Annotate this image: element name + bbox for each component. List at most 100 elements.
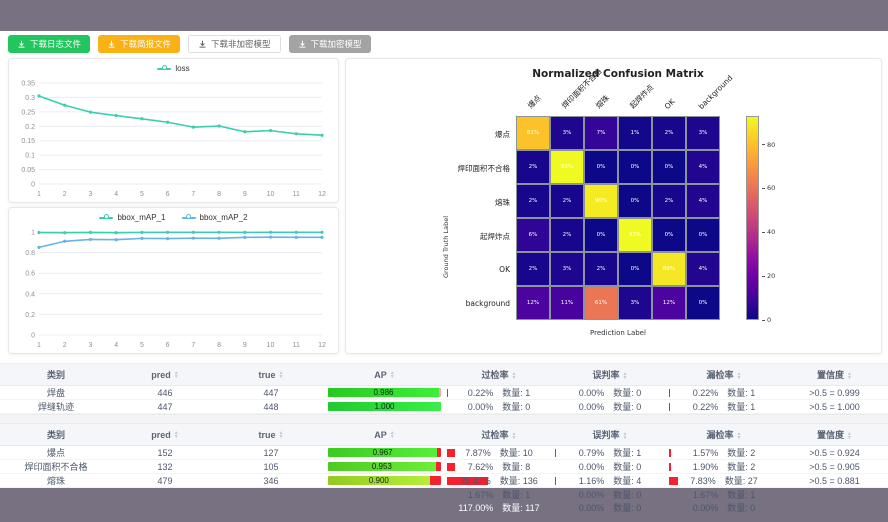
table-row: 焊印面积不合格1321050.9537.62%数量: 80.00%数量: 01.… [0, 460, 888, 474]
sort-arrows-icon[interactable]: ▲▼ [174, 371, 179, 379]
matrix-cell: 3% [550, 252, 584, 286]
rate-count: 数量: 27 [725, 474, 758, 487]
col-header-置信度[interactable]: 置信度▲▼ [781, 364, 888, 386]
chart-legend: bbox_mAP_1 bbox_mAP_2 [9, 213, 338, 222]
line-marker-icon [157, 68, 171, 70]
rate-cell: 1.16%数量: 4 [555, 476, 665, 486]
sort-desc-icon: ▼ [279, 435, 284, 439]
col-header-过检率[interactable]: 过检率▲▼ [445, 424, 553, 446]
svg-text:0: 0 [31, 333, 35, 340]
sort-arrows-icon[interactable]: ▲▼ [512, 372, 517, 380]
sort-arrows-icon[interactable]: ▲▼ [390, 431, 395, 439]
matrix-cell: 0% [584, 150, 618, 184]
rate-cell: 7.87%数量: 10 [447, 448, 551, 458]
cell-miss-detection: 1.57%数量: 2 [667, 446, 781, 460]
sort-arrows-icon[interactable]: ▲▼ [737, 372, 742, 380]
cell-true: 127 [218, 446, 324, 460]
svg-text:3: 3 [89, 342, 93, 349]
rate-count: 数量: 136 [500, 474, 538, 487]
colorbar-tick: 80 [762, 141, 775, 149]
col-header-pred[interactable]: pred▲▼ [112, 424, 218, 446]
sort-arrows-icon[interactable]: ▲▼ [737, 432, 742, 440]
rate-cell: 0.00%数量: 0 [555, 388, 665, 398]
download-report-button[interactable]: 下载简报文件 [98, 35, 180, 53]
col-header-true[interactable]: true▲▼ [218, 364, 324, 386]
table-row: 焊盘4464470.9860.22%数量: 10.00%数量: 00.22%数量… [0, 386, 888, 400]
cell-miss-detection: 0.22%数量: 1 [667, 386, 781, 400]
rate-cell: 7.62%数量: 8 [447, 462, 551, 472]
matrix-cell: 12% [516, 286, 550, 320]
rate-cell: 0.22%数量: 1 [669, 402, 779, 412]
sort-arrows-icon[interactable]: ▲▼ [623, 432, 628, 440]
col-header-AP[interactable]: AP▲▼ [324, 424, 445, 446]
col-header-label: 过检率 [482, 430, 509, 440]
sort-desc-icon: ▼ [512, 376, 517, 380]
rate-bar [447, 449, 455, 457]
matrix-cell: 61% [584, 286, 618, 320]
col-header-误判率[interactable]: 误判率▲▼ [553, 424, 667, 446]
col-header-置信度[interactable]: 置信度▲▼ [781, 424, 888, 446]
svg-text:1: 1 [31, 230, 35, 237]
legend-label: loss [175, 64, 189, 73]
rate-percent: 0.79% [579, 448, 605, 458]
ap-bar: 1.000 [328, 402, 441, 411]
sort-arrows-icon[interactable]: ▲▼ [847, 372, 852, 380]
legend-item-bbox_mAP_2[interactable]: bbox_mAP_2 [182, 213, 248, 222]
download-unencrypted-model-button[interactable]: 下载非加密模型 [188, 35, 281, 53]
col-header-label: 误判率 [593, 370, 620, 380]
svg-text:2: 2 [63, 191, 67, 198]
ap-remainder-bar [430, 476, 441, 485]
rate-percent: 0.00% [693, 503, 719, 513]
col-header-漏检率[interactable]: 漏检率▲▼ [667, 424, 781, 446]
ap-value: 0.900 [369, 476, 389, 485]
sort-arrows-icon[interactable]: ▲▼ [390, 371, 395, 379]
sort-arrows-icon[interactable]: ▲▼ [847, 432, 852, 440]
legend-item-bbox_mAP_1[interactable]: bbox_mAP_1 [99, 213, 165, 222]
loss-line-chart: loss00.050.10.150.20.250.30.351234567891… [9, 59, 338, 202]
rate-percent: 1.67% [693, 490, 719, 500]
bbox-map-chart-card: bbox_mAP_1bbox_mAP_200.20.40.60.81123456… [8, 207, 339, 354]
cell-ap: 0.900 [324, 474, 445, 488]
line-marker-icon [99, 217, 113, 219]
col-header-label: AP [374, 370, 387, 380]
matrix-cell: 2% [516, 150, 550, 184]
row-label: 爆点 [404, 129, 510, 140]
download-log-button[interactable]: 下载日志文件 [8, 35, 90, 53]
ap-bar: 0.900 [328, 476, 430, 485]
cell-misjudge: 0.00%数量: 0 [553, 386, 667, 400]
matrix-cell: 2% [550, 218, 584, 252]
col-header-漏检率[interactable]: 漏检率▲▼ [667, 364, 781, 386]
legend-item-loss[interactable]: loss [157, 64, 189, 73]
download-toolbar: 下载日志文件 下载简报文件 下载非加密模型 下载加密模型 [8, 35, 371, 53]
download-icon [298, 40, 307, 49]
sort-arrows-icon[interactable]: ▲▼ [174, 431, 179, 439]
matrix-cell: 0% [652, 150, 686, 184]
sort-arrows-icon[interactable]: ▲▼ [623, 372, 628, 380]
svg-text:0.05: 0.05 [21, 167, 35, 174]
rate-count: 数量: 0 [613, 501, 641, 514]
ap-bar-cell: 0.953 [328, 462, 441, 471]
svg-text:4: 4 [114, 342, 118, 349]
col-header-误判率[interactable]: 误判率▲▼ [553, 364, 667, 386]
cell-confidence: >0.5 = 0.905 [781, 460, 888, 474]
col-header-pred[interactable]: pred▲▼ [112, 364, 218, 386]
sort-arrows-icon[interactable]: ▲▼ [279, 431, 284, 439]
sort-arrows-icon[interactable]: ▲▼ [512, 432, 517, 440]
download-encrypted-model-button[interactable]: 下载加密模型 [289, 35, 371, 53]
rate-bar [555, 477, 556, 485]
cell-true: 447 [218, 386, 324, 400]
sort-desc-icon: ▼ [623, 436, 628, 440]
matrix-cell: 3% [550, 116, 584, 150]
matrix-cell: 11% [550, 286, 584, 320]
col-header-过检率[interactable]: 过检率▲▼ [445, 364, 553, 386]
col-header-AP[interactable]: AP▲▼ [324, 364, 445, 386]
ap-value: 0.967 [373, 448, 393, 457]
cell-confidence: >0.5 = 0.881 [781, 474, 888, 488]
rate-count: 数量: 1 [502, 488, 530, 501]
button-label: 下载简报文件 [120, 38, 171, 50]
col-header-true[interactable]: true▲▼ [218, 424, 324, 446]
cell-misjudge: 0.00%数量: 0 [553, 460, 667, 474]
sort-arrows-icon[interactable]: ▲▼ [279, 371, 284, 379]
cell-true: 448 [218, 400, 324, 414]
header-row: 类别pred▲▼true▲▼AP▲▼过检率▲▼误判率▲▼漏检率▲▼置信度▲▼ [0, 424, 888, 446]
